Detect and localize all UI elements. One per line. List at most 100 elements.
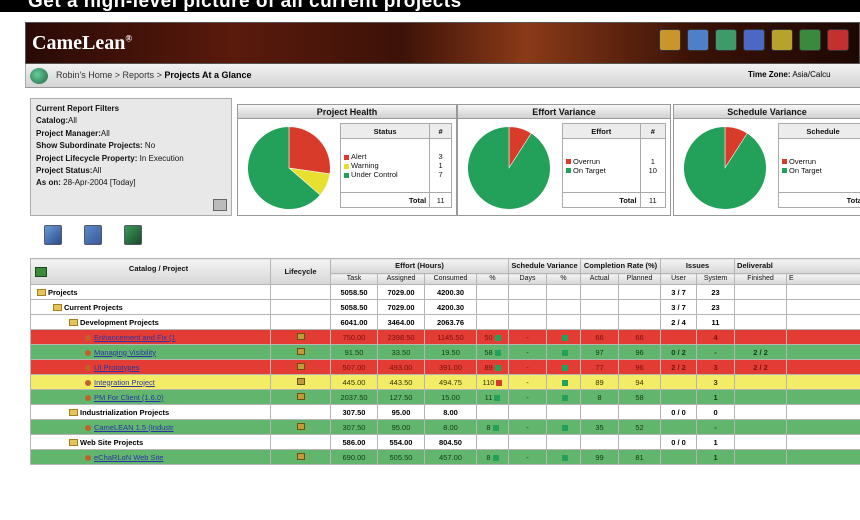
effort-status-icon <box>494 349 501 356</box>
folder-name: Current Projects <box>64 302 123 312</box>
col-catalog: Catalog / Project <box>30 258 271 285</box>
filter-row: Show Subordinate Projects: No <box>36 141 156 151</box>
crumb-current: Projects At a Glance <box>164 70 252 80</box>
home-icon[interactable] <box>30 68 48 84</box>
folder-row[interactable]: Current Projects 5058.50 7029.00 4200.30 3 /… <box>30 299 860 315</box>
project-row[interactable]: Integration Project 445.00 443.50 494.75 110… <box>30 374 860 390</box>
effort-status-icon <box>496 379 503 386</box>
project-icon <box>85 379 91 386</box>
legend-item: On Target <box>782 166 860 175</box>
effort-status-icon <box>494 334 501 341</box>
folder-icon <box>69 439 78 447</box>
project-link[interactable]: eChaRLoN Web Site <box>94 453 163 462</box>
report-filters: Current Report Filters Catalog:All Proje… <box>30 98 232 216</box>
folder-row[interactable]: Web Site Projects 586.00 554.00 804.50 0 / 0… <box>30 434 860 450</box>
effort-status-icon <box>492 454 499 461</box>
shield-icon[interactable] <box>799 29 821 51</box>
folder-row[interactable]: Development Projects 6041.00 3464.00 2063.7… <box>30 314 860 330</box>
filter-row: Project Lifecycle Property: In Execution <box>36 153 184 163</box>
col-issues: Issues <box>660 258 736 274</box>
project-row[interactable]: Enhancement and Fix (1 750.00 2398.50 1145.… <box>30 329 860 345</box>
panel-title: Schedule Variance <box>674 105 860 119</box>
excel-export-icon[interactable] <box>44 225 62 245</box>
col-completion: Completion Rate (%) <box>580 258 662 274</box>
folder-row[interactable]: Projects 5058.50 7029.00 4200.30 3 / 7 23 <box>30 284 860 300</box>
project-link[interactable]: Enhancement and Fix (1 <box>94 333 176 342</box>
panel-title: Project Health <box>238 105 456 119</box>
project-row[interactable]: Managing Visibility 91.50 33.50 19.50 58-97 9… <box>30 344 860 360</box>
as-on: As on: 28-Apr-2004 [Today] <box>36 178 136 188</box>
pie-slice-alert <box>288 126 331 175</box>
schedule-status-icon <box>561 349 568 356</box>
schedule-status-icon <box>561 379 568 386</box>
report-icon[interactable] <box>659 29 681 51</box>
grid-export-icon[interactable] <box>35 266 47 277</box>
col-deliverables: Deliverabl <box>734 258 860 274</box>
gear-icon[interactable] <box>771 29 793 51</box>
pie-slice-on-target <box>683 126 767 210</box>
schedule-variance-pie <box>683 126 767 210</box>
lifecycle-icon <box>296 422 305 430</box>
help-icon[interactable] <box>827 29 849 51</box>
project-health-table: Status # Alert Warning Under Control 317 … <box>339 123 452 208</box>
breadcrumb: Robin's Home > Reports > Projects At a G… <box>56 70 252 80</box>
project-icon <box>85 364 91 371</box>
legend-item: On Target <box>566 166 637 175</box>
project-link[interactable]: CameLEAN 1.5 (Industr <box>94 423 174 432</box>
project-icon <box>85 394 91 401</box>
project-link[interactable]: PM For Client (1.6.0) <box>94 393 164 402</box>
schedule-status-icon <box>561 394 568 401</box>
project-health-pie <box>247 126 331 210</box>
folder-name: Projects <box>48 287 78 297</box>
legend-item: Overrun <box>782 157 860 166</box>
effort-status-icon <box>494 364 501 371</box>
effort-variance-pie <box>467 126 551 210</box>
effort-variance-table: Effort # Overrun On Target 1 10 Total 11 <box>562 123 667 208</box>
app-banner: CameLean® <box>25 22 860 64</box>
app-logo: CameLean® <box>32 32 133 54</box>
folder-icon <box>69 409 78 417</box>
schedule-variance-panel: Schedule Variance Schedule Overrun On Ta… <box>673 104 860 216</box>
folder-row[interactable]: Industrialization Projects 307.50 95.00 8.0… <box>30 404 860 420</box>
timezone: Time Zone: Asia/Calcu <box>748 70 831 79</box>
nav-bar: Robin's Home > Reports > Projects At a G… <box>25 64 860 88</box>
folder-icon <box>69 319 78 327</box>
lifecycle-icon <box>296 362 305 370</box>
folder-icon <box>37 289 46 297</box>
page: { "caption": "Get a high-level picture o… <box>0 0 860 520</box>
crumb-reports[interactable]: Reports <box>123 70 155 80</box>
lifecycle-icon <box>296 332 305 340</box>
filter-row: Project Status:All <box>36 166 102 176</box>
folder-name: Development Projects <box>80 317 159 327</box>
print-icon[interactable] <box>124 225 142 245</box>
schedule-variance-table: Schedule Overrun On Target Total <box>778 123 860 208</box>
col-effort: Effort (Hours) <box>330 258 509 274</box>
legend-item: Overrun <box>566 157 637 166</box>
filter-row: Project Manager:All <box>36 128 110 138</box>
effort-variance-panel: Effort Variance Effort # Overrun On Targe… <box>457 104 671 216</box>
project-icon <box>85 349 91 356</box>
effort-status-icon <box>492 424 499 431</box>
calendar-icon[interactable] <box>213 199 227 211</box>
folder-name: Industrialization Projects <box>80 407 170 417</box>
project-row[interactable]: PM For Client (1.6.0) 2037.50 127.50 15.00 1… <box>30 389 860 405</box>
project-link[interactable]: Integration Project <box>94 378 155 387</box>
lifecycle-icon <box>296 392 305 400</box>
project-row[interactable]: CameLEAN 1.5 (Industr 307.50 95.00 8.00 8-35… <box>30 419 860 435</box>
projects-grid: Catalog / Project Lifecycle Effort (Hour… <box>30 258 860 465</box>
caption-strip: Get a high-level picture of all current … <box>0 0 860 12</box>
eye-icon[interactable] <box>715 29 737 51</box>
project-link[interactable]: UI Prototypes <box>94 363 139 372</box>
project-link[interactable]: Managing Visibility <box>94 348 156 357</box>
project-row[interactable]: UI Prototypes 507.00 493.00 391.00 89-77 96 2 … <box>30 359 860 375</box>
lifecycle-icon <box>296 347 305 355</box>
globe-icon[interactable] <box>687 29 709 51</box>
pdf-export-icon[interactable] <box>84 225 102 245</box>
project-icon <box>85 334 91 341</box>
project-health-panel: Project Health Status # Alert Warning Und… <box>237 104 457 216</box>
network-icon[interactable] <box>743 29 765 51</box>
legend-item: Warning <box>344 161 426 170</box>
col-schedule: Schedule Variance <box>507 258 582 274</box>
crumb-home[interactable]: Robin's Home <box>56 70 112 80</box>
project-row[interactable]: eChaRLoN Web Site 690.00 505.50 457.00 8-99 8… <box>30 449 860 465</box>
